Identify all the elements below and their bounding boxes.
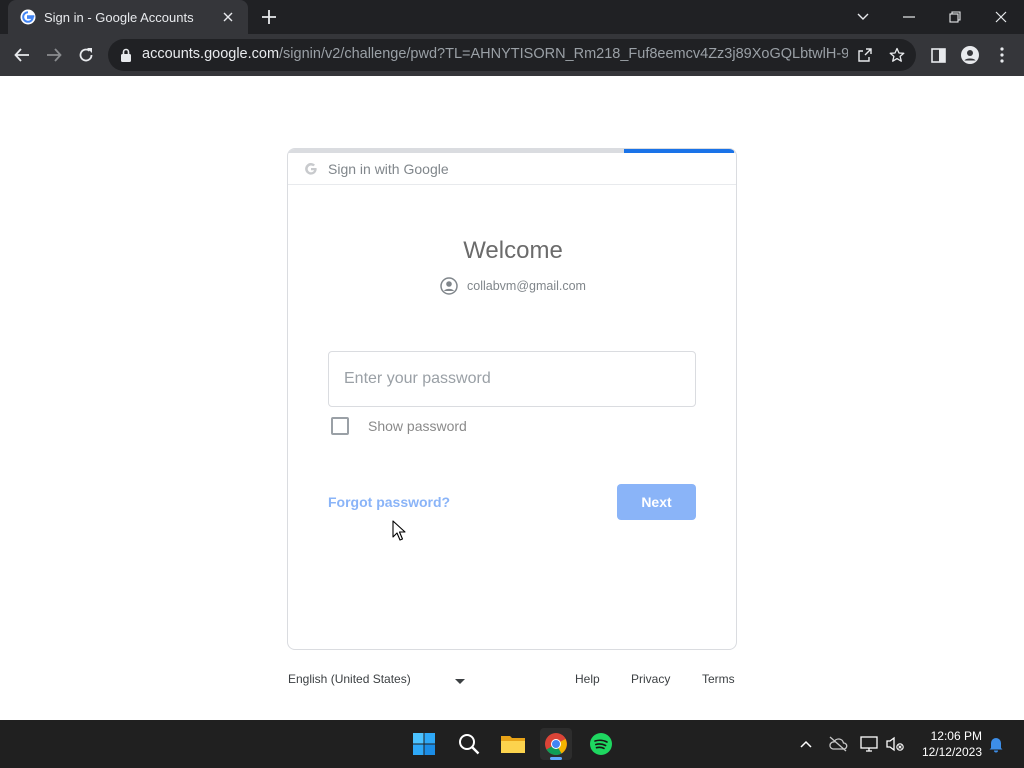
footer-link-privacy[interactable]: Privacy — [631, 672, 670, 686]
password-input[interactable] — [328, 351, 696, 407]
new-tab-icon[interactable] — [258, 7, 280, 27]
restore-icon[interactable] — [943, 5, 967, 29]
google-favicon-icon — [20, 9, 36, 25]
tab-google-signin[interactable]: Sign in - Google Accounts — [8, 0, 248, 34]
chrome-active-indicator — [550, 757, 562, 760]
footer-link-terms[interactable]: Terms — [702, 672, 735, 686]
close-window-icon[interactable] — [989, 5, 1013, 29]
next-button[interactable]: Next — [617, 484, 696, 520]
mouse-cursor-icon — [392, 520, 406, 541]
clock-time: 12:06 PM — [930, 729, 982, 743]
show-password-label[interactable]: Show password — [368, 418, 467, 434]
bookmark-star-icon[interactable] — [888, 46, 906, 64]
signin-card: Sign in with Google Welcome collabvm@gma… — [287, 148, 737, 650]
google-g-icon — [305, 162, 317, 175]
minimize-icon[interactable] — [897, 5, 921, 29]
lock-icon[interactable] — [120, 48, 132, 62]
system-clock[interactable]: 12:06 PM 12/12/2023 — [912, 728, 982, 760]
tab-title: Sign in - Google Accounts — [44, 9, 194, 25]
search-icon[interactable] — [453, 728, 485, 760]
clock-date: 12/12/2023 — [921, 745, 982, 759]
browser-toolbar: accounts.google.com/signin/v2/challenge/… — [0, 34, 1024, 76]
back-icon[interactable] — [10, 43, 34, 67]
tab-search-chevron-icon[interactable] — [851, 5, 875, 29]
side-panel-icon[interactable] — [928, 45, 948, 65]
url-path: /signin/v2/challenge/pwd?TL=AHNYTISORN_R… — [279, 46, 848, 62]
share-icon[interactable] — [856, 46, 874, 64]
show-hidden-icons-chevron-icon[interactable] — [796, 734, 816, 754]
url-host: accounts.google.com — [142, 46, 280, 62]
account-email: collabvm@gmail.com — [467, 279, 586, 293]
tab-close-icon[interactable] — [220, 9, 236, 25]
language-dropdown-caret-icon[interactable] — [455, 679, 465, 684]
menu-kebab-icon[interactable] — [992, 45, 1012, 65]
start-windows-icon[interactable] — [408, 728, 440, 760]
account-chip[interactable]: collabvm@gmail.com — [288, 277, 736, 295]
file-explorer-folder-icon[interactable] — [497, 728, 529, 760]
reload-icon[interactable] — [74, 43, 98, 67]
notification-bell-icon[interactable] — [986, 734, 1006, 754]
forgot-password-link[interactable]: Forgot password? — [328, 494, 450, 510]
tab-strip: Sign in - Google Accounts — [0, 0, 1024, 34]
account-circle-icon — [440, 277, 458, 295]
language-selector[interactable]: English (United States) — [288, 672, 411, 686]
show-password-checkbox[interactable] — [331, 417, 349, 435]
network-icon[interactable] — [859, 734, 879, 754]
url-text[interactable]: accounts.google.com/signin/v2/challenge/… — [142, 46, 848, 62]
card-header: Sign in with Google — [288, 153, 736, 185]
address-bar[interactable]: accounts.google.com/signin/v2/challenge/… — [108, 39, 916, 71]
onedrive-offline-icon[interactable] — [828, 734, 848, 754]
header-title: Sign in with Google — [328, 160, 449, 177]
chrome-taskbar-icon[interactable] — [540, 728, 572, 760]
forward-icon[interactable] — [42, 43, 66, 67]
profile-icon[interactable] — [960, 45, 980, 65]
volume-muted-icon[interactable] — [885, 734, 905, 754]
page-title: Welcome — [463, 237, 563, 264]
footer-link-help[interactable]: Help — [575, 672, 600, 686]
spotify-icon[interactable] — [585, 728, 617, 760]
